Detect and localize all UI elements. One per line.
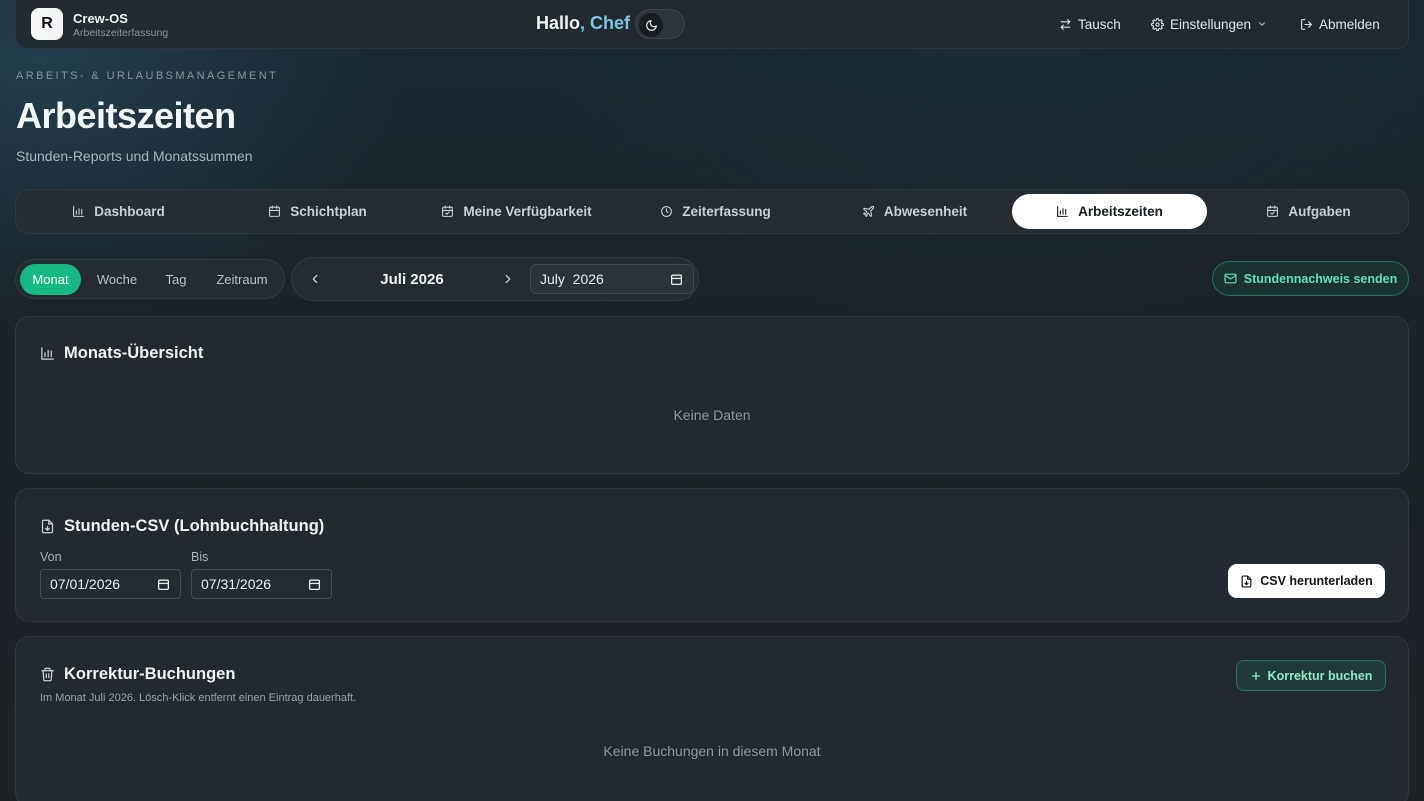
tab-schichtplan[interactable]: Schichtplan	[220, 194, 415, 229]
month-picker-input[interactable]: July 2026	[530, 264, 694, 294]
add-correction-label: Korrektur buchen	[1267, 668, 1373, 683]
calendar-icon[interactable]	[157, 578, 170, 591]
theme-toggle[interactable]	[635, 9, 685, 39]
bar-chart-icon	[41, 347, 54, 360]
logout-link[interactable]: Abmelden	[1300, 15, 1380, 33]
from-date-value: 07/01/2026	[50, 576, 121, 592]
add-correction-button[interactable]: Korrektur buchen	[1236, 660, 1386, 691]
greeting-name: Chef	[590, 13, 631, 33]
period-range-button[interactable]: Zeitraum	[203, 264, 281, 295]
csv-export-card: Stunden-CSV (Lohnbuchhaltung) Von 07/01/…	[15, 488, 1409, 622]
page-subtitle: Stunden-Reports und Monatssummen	[16, 148, 253, 164]
calendar-icon[interactable]	[308, 578, 321, 591]
tab-label: Aufgaben	[1288, 204, 1351, 219]
logout-label: Abmelden	[1319, 16, 1380, 32]
chevron-down-icon	[1259, 22, 1266, 26]
page-title: Arbeitszeiten	[16, 95, 236, 136]
greeting-hello: Hallo	[536, 13, 581, 33]
mail-icon	[1224, 273, 1237, 284]
clock-icon	[661, 206, 673, 217]
app-name: Crew-OS	[73, 11, 128, 26]
swap-icon	[1060, 18, 1071, 30]
from-date-label: Von	[40, 550, 62, 564]
app-logo[interactable]: R	[31, 8, 63, 40]
moon-icon	[645, 19, 657, 31]
greeting-comma: ,	[580, 13, 586, 33]
tab-zeiterfassung[interactable]: Zeiterfassung	[618, 194, 813, 229]
tab-label: Abwesenheit	[883, 204, 968, 219]
corrections-card: Korrektur-Buchungen Im Monat Juli 2026. …	[15, 636, 1409, 801]
tab-verfuegbarkeit[interactable]: Meine Verfügbarkeit	[419, 194, 614, 229]
app-subtitle: Arbeitszeiterfassung	[73, 27, 169, 39]
month-picker-value: July 2026	[540, 271, 604, 287]
overview-empty-state: Keine Daten	[673, 407, 751, 423]
tab-label: Arbeitszeiten	[1078, 204, 1163, 219]
top-bar: R Crew-OS Arbeitszeiterfassung Hallo, Ch…	[15, 0, 1409, 49]
plus-icon	[1251, 671, 1260, 680]
period-week-button[interactable]: Woche	[85, 264, 149, 295]
greeting: Hallo, Chef	[536, 13, 630, 34]
period-month-button[interactable]: Monat	[20, 264, 81, 295]
send-timesheet-label: Stundennachweis senden	[1243, 271, 1398, 286]
calendar-icon	[269, 205, 281, 217]
bar-chart-icon	[1057, 206, 1069, 217]
csv-export-title-text: Stunden-CSV (Lohnbuchhaltung)	[64, 517, 325, 535]
tab-abwesenheit[interactable]: Abwesenheit	[817, 194, 1012, 229]
file-download-icon	[41, 519, 54, 534]
corrections-note: Im Monat Juli 2026. Lösch-Klick entfernt…	[40, 692, 357, 704]
monthly-overview-card: Monats-Übersicht Keine Daten	[15, 316, 1409, 474]
calendar-check-icon	[442, 205, 454, 217]
settings-menu[interactable]: Einstellungen	[1151, 15, 1267, 33]
tab-label: Dashboard	[94, 204, 165, 219]
plane-icon	[862, 205, 874, 217]
period-selector: Monat Woche Tag Zeitraum	[15, 259, 285, 299]
swap-label: Tausch	[1078, 16, 1121, 32]
to-date-value: 07/31/2026	[201, 576, 272, 592]
monthly-overview-title: Monats-Übersicht	[40, 344, 203, 363]
tab-label: Zeiterfassung	[682, 204, 771, 219]
calendar-icon[interactable]	[670, 273, 683, 286]
csv-export-title: Stunden-CSV (Lohnbuchhaltung)	[40, 517, 324, 536]
csv-download-label: CSV herunterladen	[1260, 574, 1373, 588]
main-tabs: Dashboard Schichtplan Meine Verfügbarkei…	[15, 189, 1409, 234]
tab-aufgaben[interactable]: Aufgaben	[1211, 194, 1406, 229]
period-day-button[interactable]: Tag	[153, 264, 199, 295]
to-date-input[interactable]: 07/31/2026	[191, 569, 332, 599]
from-date-input[interactable]: 07/01/2026	[40, 569, 181, 599]
corrections-title: Korrektur-Buchungen	[40, 665, 235, 684]
section-eyebrow: ARBEITS- & URLAUBSMANAGEMENT	[16, 70, 279, 82]
tab-arbeitszeiten[interactable]: Arbeitszeiten	[1012, 194, 1207, 229]
tab-label: Meine Verfügbarkeit	[463, 204, 592, 219]
swap-link[interactable]: Tausch	[1059, 15, 1121, 33]
logout-icon	[1301, 18, 1312, 30]
send-timesheet-button[interactable]: Stundennachweis senden	[1212, 261, 1409, 296]
gear-icon	[1151, 17, 1164, 31]
current-month-label: Juli 2026	[380, 271, 444, 288]
csv-download-button[interactable]: CSV herunterladen	[1228, 564, 1385, 598]
chevron-left-icon	[312, 274, 318, 284]
month-navigator: Juli 2026 July 2026	[291, 257, 699, 301]
next-month-button[interactable]	[501, 272, 515, 286]
monthly-overview-title-text: Monats-Übersicht	[64, 344, 204, 362]
corrections-title-text: Korrektur-Buchungen	[64, 665, 236, 683]
trash-icon	[41, 667, 54, 682]
prev-month-button[interactable]	[308, 272, 322, 286]
tab-dashboard[interactable]: Dashboard	[21, 194, 216, 229]
theme-knob	[639, 13, 663, 37]
corrections-empty-state: Keine Buchungen in diesem Monat	[603, 743, 821, 759]
file-download-icon	[1241, 574, 1252, 588]
bar-chart-icon	[73, 206, 85, 217]
tab-label: Schichtplan	[290, 204, 367, 219]
logo-letter: R	[41, 15, 53, 32]
to-date-label: Bis	[191, 550, 209, 564]
calendar-check-icon	[1267, 205, 1279, 217]
chevron-right-icon	[505, 274, 511, 284]
settings-label: Einstellungen	[1170, 16, 1252, 32]
